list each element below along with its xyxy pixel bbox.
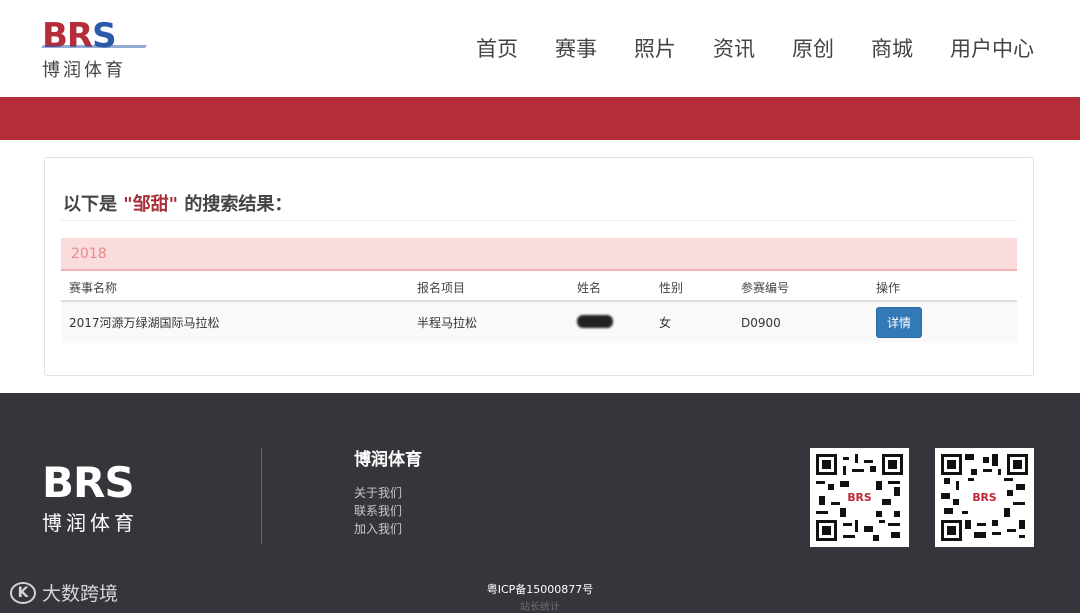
icp-number[interactable]: 粤ICP备15000877号 (0, 581, 1080, 597)
col-item: 报名项目 (409, 275, 569, 302)
footer-links: 博润体育 关于我们 联系我们 加入我们 (354, 445, 422, 538)
nav-original[interactable]: 原创 (792, 33, 834, 63)
qr-logo-text: BRS (847, 491, 871, 504)
logo-swoosh (41, 45, 147, 48)
table-row: 2017河源万绿湖国际马拉松 半程马拉松 女 D0900 详情 (61, 301, 1017, 343)
footer-divider (261, 448, 262, 544)
cell-name (569, 301, 651, 343)
detail-button[interactable]: 详情 (876, 307, 923, 338)
footer-logo-cn: 博润体育 (42, 511, 138, 535)
nav-events[interactable]: 赛事 (555, 33, 597, 63)
col-event-name: 赛事名称 (61, 275, 409, 302)
main-nav: 首页 赛事 照片 资讯 原创 商城 用户中心 (439, 33, 1034, 63)
red-banner (0, 97, 1080, 140)
cell-event: 2017河源万绿湖国际马拉松 (61, 301, 409, 343)
table-header-row: 赛事名称 报名项目 姓名 性别 参赛编号 操作 (61, 275, 1017, 302)
cell-item: 半程马拉松 (409, 301, 569, 343)
logo-brs-text: BRS (42, 16, 117, 56)
title-prefix: 以下是 (63, 194, 117, 215)
qr-code-icon: BRS (816, 454, 903, 541)
cell-gender: 女 (651, 301, 733, 343)
col-bib: 参赛编号 (733, 275, 868, 302)
nav-home[interactable]: 首页 (476, 33, 518, 63)
footer-logo[interactable]: BRS 博润体育 (42, 461, 138, 536)
qr-logo-text: BRS (972, 491, 996, 504)
qr-code-icon: BRS (941, 454, 1028, 541)
search-keyword: "邹甜" (123, 194, 179, 215)
nav-user-center[interactable]: 用户中心 (950, 33, 1034, 63)
year-label: 2018 (71, 246, 107, 262)
link-contact[interactable]: 联系我们 (354, 502, 422, 520)
cell-bib: D0900 (733, 301, 868, 343)
col-gender: 性别 (651, 275, 733, 302)
link-join[interactable]: 加入我们 (354, 520, 422, 538)
site-footer: BRS 博润体育 博润体育 关于我们 联系我们 加入我们 BRS BRS K 大… (0, 393, 1080, 613)
col-name: 姓名 (569, 275, 651, 302)
search-results-panel: 以下是 "邹甜" 的搜索结果： 2018 赛事名称 报名项目 姓名 性别 参赛编… (44, 157, 1034, 376)
nav-shop[interactable]: 商城 (871, 33, 913, 63)
site-header: BRS 博润体育 首页 赛事 照片 资讯 原创 商城 用户中心 (0, 0, 1080, 97)
site-logo[interactable]: BRS 博润体育 (41, 16, 152, 81)
cell-action: 详情 (868, 301, 1017, 343)
site-stats-link[interactable]: 站长统计 (0, 598, 1080, 613)
results-table: 赛事名称 报名项目 姓名 性别 参赛编号 操作 2017河源万绿湖国际马拉松 半… (61, 275, 1017, 343)
footer-logo-brs: BRS (42, 458, 135, 507)
footer-company: 博润体育 (354, 450, 422, 470)
qr-code-1: BRS (810, 448, 909, 547)
nav-photos[interactable]: 照片 (634, 33, 676, 63)
nav-news[interactable]: 资讯 (713, 33, 755, 63)
qr-code-2: BRS (935, 448, 1034, 547)
logo-cn-text: 博润体育 (42, 60, 126, 81)
redacted-name (577, 314, 613, 328)
link-about[interactable]: 关于我们 (354, 484, 422, 502)
year-group-header: 2018 (61, 238, 1017, 271)
col-action: 操作 (868, 275, 1017, 302)
divider (61, 220, 1017, 221)
title-suffix: 的搜索结果： (184, 194, 293, 215)
results-title: 以下是 "邹甜" 的搜索结果： (63, 190, 292, 216)
